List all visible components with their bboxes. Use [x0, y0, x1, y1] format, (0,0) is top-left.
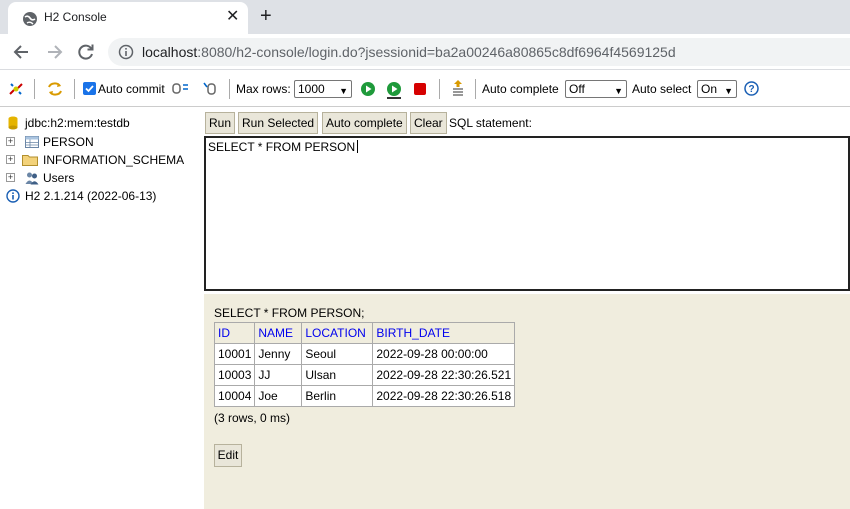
- table-cell: 10003: [213, 364, 256, 386]
- info-icon: [6, 189, 20, 203]
- table-cell: 10001: [213, 343, 256, 365]
- column-header[interactable]: NAME: [254, 322, 303, 344]
- address-bar: localhost:8080/h2-console/login.do?jsess…: [0, 34, 850, 70]
- connection-label: jdbc:h2:mem:testdb: [25, 116, 130, 130]
- run-selected-icon[interactable]: [385, 81, 403, 99]
- folder-icon: [22, 155, 38, 166]
- expand-icon[interactable]: +: [6, 155, 15, 164]
- table-row: 10003 JJ Ulsan 2022-09-28 22:30:26.521: [213, 364, 516, 386]
- max-rows-label: Max rows:: [236, 82, 291, 96]
- chevron-down-icon: ▼: [339, 86, 348, 96]
- toolbar-separator: [74, 79, 75, 99]
- help-icon[interactable]: ?: [744, 81, 759, 96]
- auto-complete-label: Auto complete: [482, 82, 559, 96]
- auto-complete-select[interactable]: Off ▼: [565, 80, 627, 98]
- auto-commit-label: Auto commit: [98, 82, 165, 96]
- table-row: 10001 Jenny Seoul 2022-09-28 00:00:00: [213, 343, 516, 365]
- auto-complete-value: Off: [569, 82, 585, 96]
- close-tab-icon[interactable]: ✕: [226, 9, 239, 25]
- expand-icon[interactable]: +: [6, 137, 15, 146]
- table-cell: Berlin: [301, 385, 374, 407]
- text-caret: [357, 140, 359, 153]
- max-rows-value: 1000: [298, 82, 325, 96]
- commit-icon[interactable]: [203, 81, 219, 97]
- column-header[interactable]: BIRTH_DATE: [372, 322, 516, 344]
- info-icon[interactable]: [118, 44, 134, 60]
- column-header[interactable]: ID: [213, 322, 256, 344]
- toolbar-separator: [34, 79, 35, 99]
- auto-select-select[interactable]: On ▼: [697, 80, 737, 98]
- history-icon[interactable]: [450, 79, 466, 99]
- table-cell: Seoul: [301, 343, 374, 365]
- column-header[interactable]: LOCATION: [301, 322, 374, 344]
- result-statement: SELECT * FROM PERSON;: [214, 306, 365, 320]
- tab-title: H2 Console: [44, 10, 107, 24]
- forward-icon[interactable]: [43, 41, 65, 63]
- schema-tree: jdbc:h2:mem:testdb + PERSON + INFORMATIO…: [0, 108, 200, 509]
- result-panel: SELECT * FROM PERSON; ID NAME LOCATION B…: [204, 294, 850, 509]
- auto-commit-checkbox[interactable]: [83, 82, 96, 95]
- table-cell: Jenny: [254, 343, 303, 365]
- new-tab-button[interactable]: +: [260, 5, 272, 27]
- toolbar-separator: [229, 79, 230, 99]
- database-icon: [8, 116, 18, 130]
- globe-icon: [23, 12, 37, 26]
- table-row: 10004 Joe Berlin 2022-09-28 22:30:26.518: [213, 385, 516, 407]
- toolbar-separator: [439, 79, 440, 99]
- max-rows-select[interactable]: 1000 ▼: [294, 80, 352, 98]
- sql-text: SELECT * FROM PERSON: [208, 140, 356, 154]
- table-cell: Ulsan: [301, 364, 374, 386]
- auto-select-value: On: [701, 82, 718, 96]
- sql-statement-label: SQL statement:: [449, 116, 532, 130]
- browser-tab[interactable]: H2 Console ✕: [8, 2, 248, 34]
- checkmark-icon: [85, 85, 94, 93]
- tree-item-label: PERSON: [43, 135, 94, 149]
- auto-select-label: Auto select: [632, 82, 692, 96]
- back-icon[interactable]: [11, 41, 33, 63]
- url-path: :8080/h2-console/login.do?jsessionid=ba2…: [197, 44, 676, 60]
- toolbar-separator: [475, 79, 476, 99]
- clear-button[interactable]: Clear: [410, 112, 447, 134]
- version-label: H2 2.1.214 (2022-06-13): [25, 189, 157, 203]
- edit-button[interactable]: Edit: [214, 444, 242, 467]
- run-button[interactable]: Run: [205, 112, 236, 134]
- url-text: localhost:8080/h2-console/login.do?jsess…: [142, 44, 676, 60]
- table-cell: 10004: [213, 385, 256, 407]
- chevron-down-icon: ▼: [724, 86, 733, 96]
- chevron-down-icon: ▼: [614, 86, 623, 96]
- table-icon: [25, 136, 39, 148]
- stop-icon[interactable]: [413, 81, 427, 97]
- auto-complete-button[interactable]: Auto complete: [322, 112, 407, 134]
- users-icon: [25, 172, 39, 185]
- table-cell: Joe: [254, 385, 303, 407]
- disconnect-icon[interactable]: [8, 81, 24, 97]
- query-panel: Run Run Selected Auto complete Clear SQL…: [203, 108, 850, 509]
- help-glyph: ?: [748, 84, 754, 95]
- table-header-row: ID NAME LOCATION BIRTH_DATE: [213, 322, 516, 344]
- sql-editor[interactable]: SELECT * FROM PERSON: [204, 136, 850, 291]
- h2-toolbar: Auto commit Max rows: 1000 ▼ Auto complet…: [0, 71, 850, 107]
- url-field[interactable]: localhost:8080/h2-console/login.do?jsess…: [108, 38, 850, 66]
- browser-tab-bar: H2 Console ✕ +: [0, 0, 850, 34]
- table-cell: JJ: [254, 364, 303, 386]
- result-meta: (3 rows, 0 ms): [214, 411, 291, 425]
- run-selected-button[interactable]: Run Selected: [238, 112, 319, 134]
- url-host: localhost: [142, 44, 198, 60]
- run-icon[interactable]: [360, 81, 376, 97]
- refresh-icon[interactable]: [46, 81, 64, 97]
- table-cell: 2022-09-28 22:30:26.518: [372, 385, 516, 407]
- tree-item-label: INFORMATION_SCHEMA: [43, 153, 185, 167]
- reload-icon[interactable]: [75, 41, 97, 63]
- rollback-icon[interactable]: [172, 81, 190, 97]
- result-table: ID NAME LOCATION BIRTH_DATE 10001 Jenny …: [213, 322, 516, 407]
- tree-item-label: Users: [43, 171, 75, 185]
- table-cell: 2022-09-28 00:00:00: [372, 343, 516, 365]
- expand-icon[interactable]: +: [6, 173, 15, 182]
- table-cell: 2022-09-28 22:30:26.521: [372, 364, 516, 386]
